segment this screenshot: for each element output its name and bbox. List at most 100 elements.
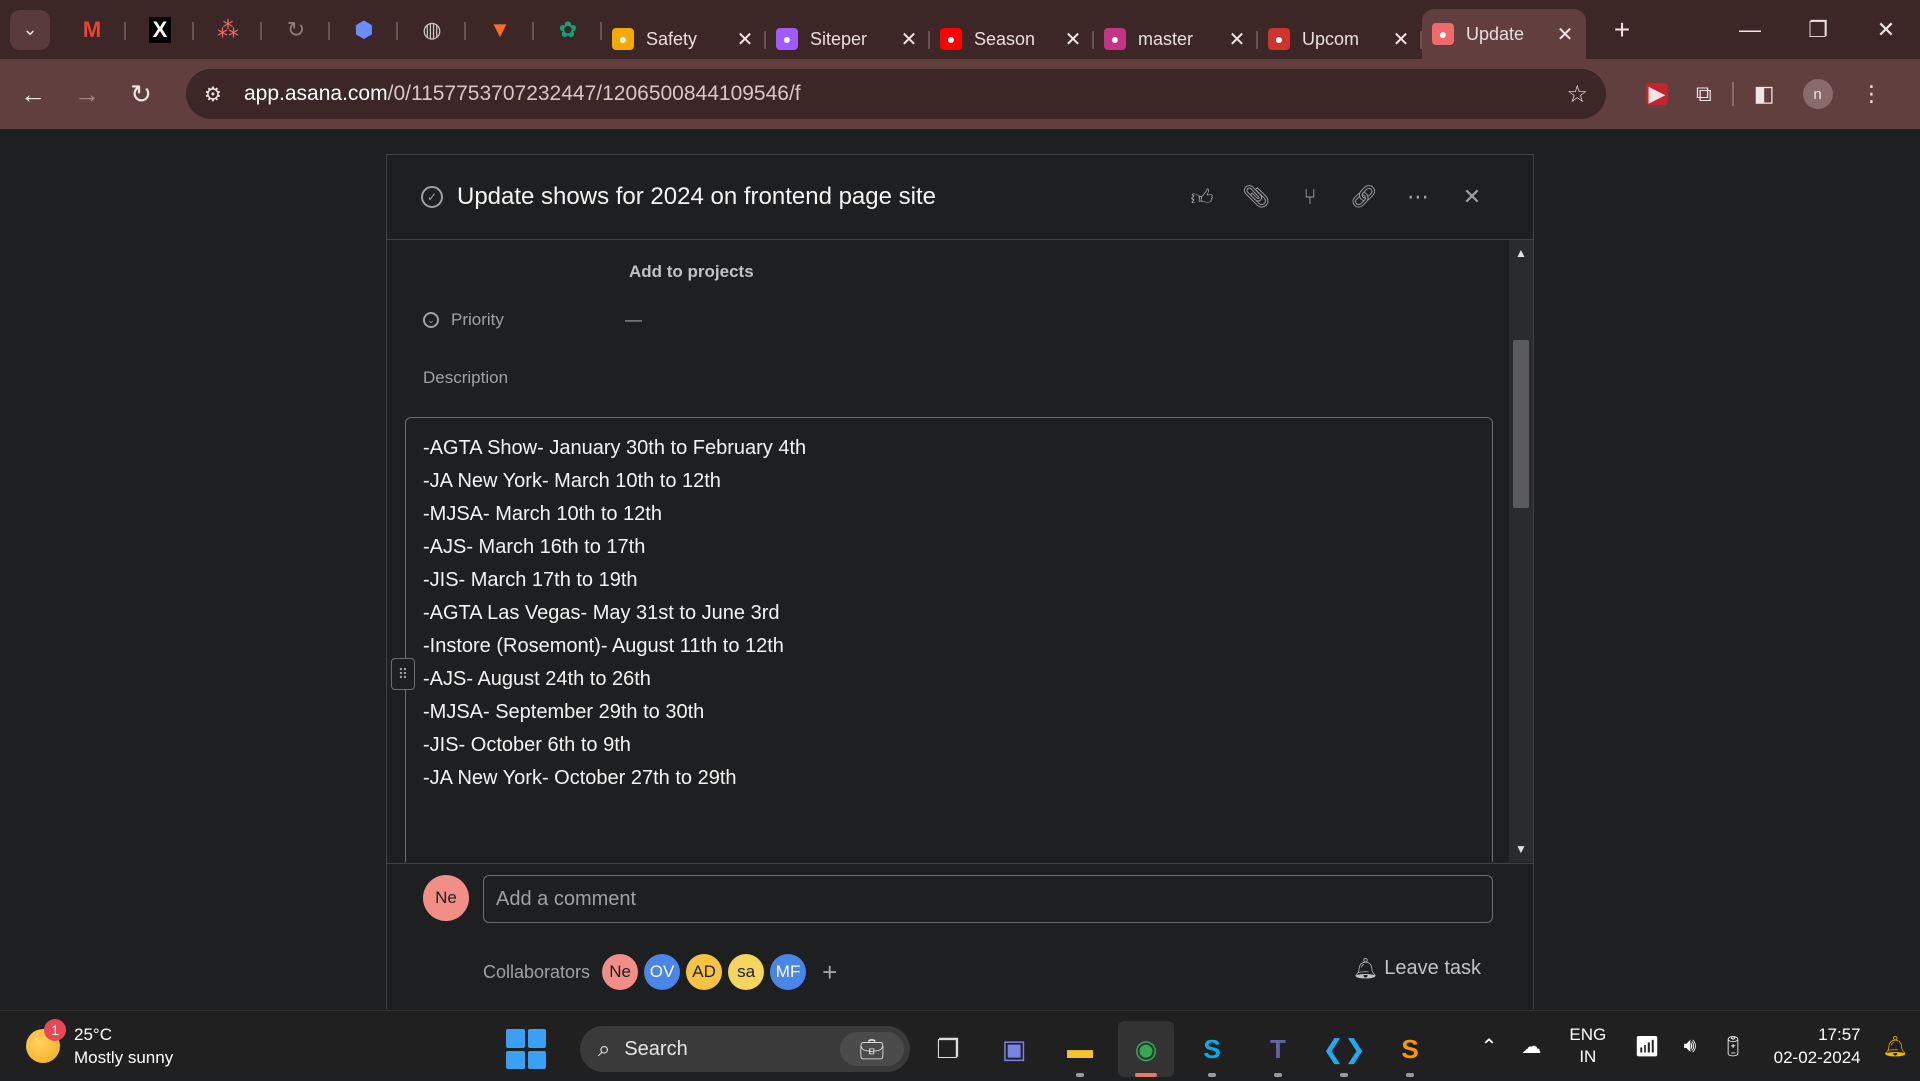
x-tab[interactable]: X bbox=[126, 10, 194, 50]
scroll-up-arrow-icon[interactable]: ▲ bbox=[1515, 246, 1527, 260]
panel-scrollbar[interactable]: ▲ ▼ bbox=[1509, 240, 1533, 862]
leave-task-button[interactable]: 🔔︎ Leave task bbox=[1353, 956, 1481, 981]
back-button[interactable]: ← bbox=[6, 79, 60, 110]
profile-avatar[interactable]: n bbox=[1802, 79, 1833, 109]
weather-condition: Mostly sunny bbox=[74, 1048, 174, 1067]
taskbar-search[interactable]: ⌕ Search 💼︎ bbox=[580, 1026, 910, 1072]
close-window-button[interactable]: ✕ bbox=[1852, 17, 1920, 43]
description-line[interactable]: -Instore (Rosemont)- August 11th to 12th bbox=[423, 630, 1475, 663]
extension-icon[interactable]: ▶ bbox=[1646, 81, 1668, 106]
teams-icon[interactable]: T bbox=[1250, 1021, 1306, 1077]
asana-tab[interactable]: ⁂ bbox=[194, 10, 262, 50]
collaborator-avatar[interactable]: OV bbox=[644, 954, 681, 990]
description-line[interactable]: -AJS- August 24th to 26th bbox=[423, 663, 1475, 696]
reload-button[interactable]: ↻ bbox=[114, 79, 168, 110]
gmail-tab[interactable]: M bbox=[58, 10, 126, 50]
extensions-puzzle-icon[interactable]: ⧉ bbox=[1696, 81, 1712, 107]
attachment-paperclip-icon[interactable]: 📎︎ bbox=[1229, 184, 1283, 210]
collaborator-avatar[interactable]: sa bbox=[728, 954, 765, 990]
collaborator-avatar[interactable]: AD bbox=[686, 954, 723, 990]
wifi-icon[interactable]: 📶︎ bbox=[1634, 1034, 1659, 1059]
add-collaborator-plus-icon[interactable]: + bbox=[822, 957, 837, 988]
file-explorer-icon[interactable]: ▬ bbox=[1052, 1021, 1108, 1077]
comment-input[interactable] bbox=[483, 875, 1493, 923]
system-tray: ⌃ ☁ ENG IN 📶︎ 🔊︎ 🔋︎ 17:57 02-02-2024 🔔︎ bbox=[1469, 1011, 1920, 1081]
description-line[interactable]: -JIS- October 6th to 9th bbox=[423, 729, 1475, 762]
drag-handle-icon[interactable]: ⠿ bbox=[391, 658, 415, 690]
like-thumb-icon[interactable]: 👍︎ bbox=[1175, 184, 1229, 211]
new-tab-button[interactable]: + bbox=[1600, 14, 1644, 46]
loading-tab[interactable]: ↻ bbox=[262, 10, 330, 50]
close-tab-icon[interactable]: ✕ bbox=[1390, 27, 1412, 52]
scroll-thumb[interactable] bbox=[1513, 340, 1529, 508]
description-line[interactable]: -JIS- March 17th to 19th bbox=[423, 564, 1475, 597]
description-line[interactable]: -AGTA Show- January 30th to February 4th bbox=[423, 432, 1475, 465]
onedrive-cloud-icon[interactable]: ☁ bbox=[1521, 1034, 1541, 1059]
weather-widget[interactable]: 1 25°C Mostly sunny bbox=[26, 1019, 174, 1069]
volume-icon[interactable]: 🔊︎ bbox=[1684, 1035, 1697, 1058]
bar-chart-icon: ● bbox=[612, 28, 634, 50]
site-info-icon[interactable]: ⚙ bbox=[204, 82, 234, 107]
task-view-icon[interactable]: ❐ bbox=[920, 1021, 976, 1077]
priority-value[interactable]: — bbox=[625, 310, 642, 330]
complete-task-check-icon[interactable]: ✓ bbox=[421, 186, 443, 208]
close-tab-icon[interactable]: ✕ bbox=[734, 27, 756, 52]
minimize-button[interactable]: — bbox=[1716, 17, 1784, 43]
copilot-tab[interactable]: ⬢ bbox=[330, 10, 398, 50]
show-hidden-icons-chevron-icon[interactable]: ⌃ bbox=[1481, 1034, 1498, 1059]
description-line[interactable]: -AJS- March 16th to 17th bbox=[423, 531, 1475, 564]
side-panel-icon[interactable]: ◧ bbox=[1754, 81, 1775, 107]
copy-link-icon[interactable]: 🔗︎ bbox=[1337, 184, 1391, 210]
subtask-icon[interactable]: ⑂ bbox=[1283, 184, 1337, 210]
browser-tab[interactable]: ● Season ✕ bbox=[930, 19, 1094, 59]
vscode-icon[interactable]: ❮❯ bbox=[1316, 1021, 1372, 1077]
language-indicator[interactable]: ENG IN bbox=[1569, 1024, 1606, 1068]
description-line[interactable]: -JA New York- March 10th to 12th bbox=[423, 465, 1475, 498]
restore-button[interactable]: ❐ bbox=[1784, 17, 1852, 43]
close-tab-icon[interactable]: ✕ bbox=[1554, 22, 1576, 47]
search-label: Search bbox=[624, 1037, 688, 1060]
globe-tab[interactable]: ◍ bbox=[398, 10, 466, 50]
chrome-icon[interactable]: ◉ bbox=[1118, 1021, 1174, 1077]
browser-tab[interactable]: ● Safety ✕ bbox=[602, 19, 766, 59]
windows-start-icon[interactable] bbox=[506, 1029, 546, 1069]
task-header: ✓ Update shows for 2024 on frontend page… bbox=[387, 155, 1533, 240]
address-bar[interactable]: ⚙ app.asana.com/0/1157753707232447/12065… bbox=[186, 69, 1606, 119]
more-actions-icon[interactable]: ⋯ bbox=[1391, 184, 1445, 210]
close-panel-icon[interactable]: ✕ bbox=[1445, 184, 1499, 210]
battery-icon[interactable]: 🔋︎ bbox=[1720, 1034, 1745, 1059]
skype-icon[interactable]: S bbox=[1184, 1021, 1240, 1077]
close-tab-icon[interactable]: ✕ bbox=[1062, 27, 1084, 52]
description-line[interactable]: -MJSA- September 29th to 30th bbox=[423, 696, 1475, 729]
scroll-down-arrow-icon[interactable]: ▼ bbox=[1515, 842, 1527, 856]
description-line[interactable]: -MJSA- March 10th to 12th bbox=[423, 498, 1475, 531]
notification-bell-icon[interactable]: 🔔︎ bbox=[1883, 1034, 1908, 1059]
meet-video-icon[interactable]: ▣ bbox=[986, 1021, 1042, 1077]
clock[interactable]: 17:57 02-02-2024 bbox=[1774, 1023, 1861, 1069]
close-tab-icon[interactable]: ✕ bbox=[1226, 27, 1248, 52]
tab-search-button[interactable]: ⌄ bbox=[10, 9, 50, 50]
chatgpt-tab[interactable]: ✿ bbox=[534, 10, 602, 50]
browser-tab[interactable]: ● Siteper ✕ bbox=[766, 19, 930, 59]
browser-tab[interactable]: ● Update ✕ bbox=[1422, 9, 1586, 59]
forward-button[interactable]: → bbox=[60, 79, 114, 110]
arrow-left-icon: ← bbox=[20, 78, 46, 109]
url-host: app.asana.com bbox=[244, 82, 388, 105]
url-text[interactable]: app.asana.com/0/1157753707232447/1206500… bbox=[244, 82, 1566, 106]
description-line[interactable]: -JA New York- October 27th to 29th bbox=[423, 762, 1475, 795]
collaborator-avatar[interactable]: MF bbox=[770, 954, 807, 990]
add-to-projects-button[interactable]: Add to projects bbox=[629, 262, 754, 282]
collaborator-avatar[interactable]: Ne bbox=[602, 954, 639, 990]
close-tab-icon[interactable]: ✕ bbox=[898, 27, 920, 52]
task-body: Add to projects ⌄ Priority — Description… bbox=[387, 240, 1511, 862]
browser-tab[interactable]: ● master ✕ bbox=[1094, 19, 1258, 59]
gitlab-tab[interactable]: ▼ bbox=[466, 10, 534, 50]
tab-label: Safety bbox=[646, 28, 698, 49]
browser-tab[interactable]: ● Upcom ✕ bbox=[1258, 19, 1422, 59]
task-title[interactable]: Update shows for 2024 on frontend page s… bbox=[457, 183, 936, 211]
sublime-text-icon[interactable]: S bbox=[1382, 1021, 1438, 1077]
more-menu-icon[interactable]: ⋮ bbox=[1861, 81, 1883, 107]
bookmark-star-icon[interactable]: ☆ bbox=[1566, 80, 1588, 109]
description-editor[interactable]: -AGTA Show- January 30th to February 4th… bbox=[405, 417, 1493, 862]
description-line[interactable]: -AGTA Las Vegas- May 31st to June 3rd bbox=[423, 597, 1475, 630]
